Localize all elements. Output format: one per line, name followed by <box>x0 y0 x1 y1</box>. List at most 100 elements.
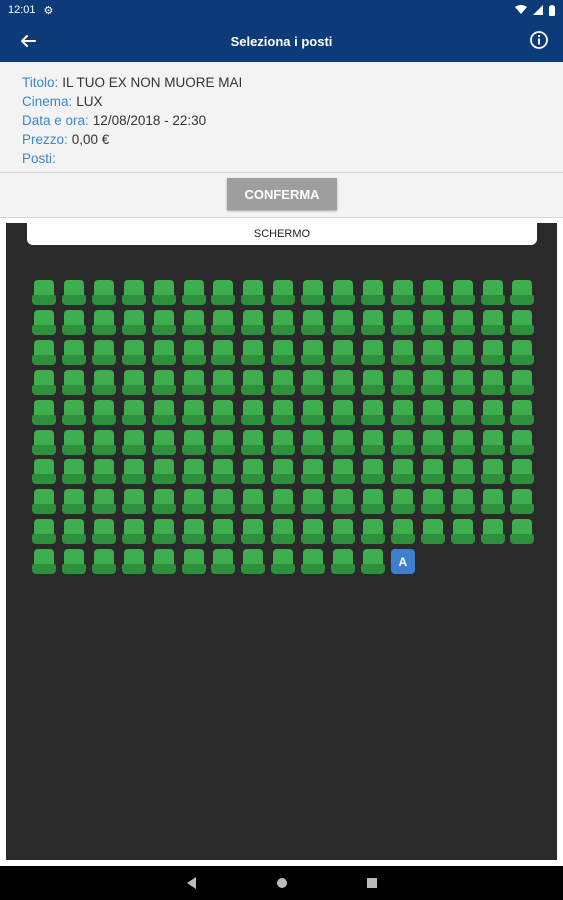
seat-available[interactable] <box>121 399 146 425</box>
seat-available[interactable] <box>61 519 86 545</box>
seat-available[interactable] <box>331 280 355 305</box>
seat-available[interactable] <box>360 459 385 485</box>
seat-available[interactable] <box>271 549 296 575</box>
seat-available[interactable] <box>32 429 56 455</box>
seat-available[interactable] <box>181 489 206 515</box>
seat-available[interactable] <box>360 280 385 305</box>
seat-available[interactable] <box>211 309 236 335</box>
seat-available[interactable] <box>211 339 236 365</box>
seat-available[interactable] <box>91 459 116 485</box>
seat-available[interactable] <box>121 280 146 305</box>
seat-available[interactable] <box>151 429 176 455</box>
seat-available[interactable] <box>450 339 475 365</box>
back-button[interactable] <box>16 29 40 53</box>
seat-available[interactable] <box>211 399 236 425</box>
seat-available[interactable] <box>181 280 206 305</box>
seat-available[interactable] <box>510 309 535 335</box>
seat-available[interactable] <box>241 519 266 545</box>
seat-available[interactable] <box>450 429 475 455</box>
seat-available[interactable] <box>91 280 116 305</box>
seat-available[interactable] <box>241 399 266 425</box>
seat-available[interactable] <box>32 459 56 485</box>
seat-available[interactable] <box>450 519 475 545</box>
seat-available[interactable] <box>420 280 445 305</box>
seat-available[interactable] <box>211 369 236 395</box>
seat-available[interactable] <box>151 369 176 395</box>
seat-available[interactable] <box>151 309 176 335</box>
seat-available[interactable] <box>450 280 475 305</box>
seat-available[interactable] <box>181 309 206 335</box>
seat-available[interactable] <box>211 280 236 305</box>
seat-available[interactable] <box>211 429 236 455</box>
seat-available[interactable] <box>420 399 445 425</box>
seat-available[interactable] <box>241 549 266 575</box>
seat-available[interactable] <box>271 519 296 545</box>
seat-available[interactable] <box>480 280 505 305</box>
seat-available[interactable] <box>510 429 535 455</box>
seat-available[interactable] <box>301 280 326 305</box>
seat-available[interactable] <box>241 489 266 515</box>
seat-available[interactable] <box>121 549 146 575</box>
seat-available[interactable] <box>241 339 266 365</box>
seat-available[interactable] <box>91 399 116 425</box>
seat-available[interactable] <box>181 399 206 425</box>
seat-available[interactable] <box>241 459 266 485</box>
seat-available[interactable] <box>510 489 535 515</box>
seat-available[interactable] <box>331 549 355 575</box>
seat-available[interactable] <box>420 459 445 485</box>
seat-available[interactable] <box>331 519 355 545</box>
seat-available[interactable] <box>420 429 445 455</box>
seat-available[interactable] <box>360 429 385 455</box>
seat-available[interactable] <box>450 369 475 395</box>
confirm-button[interactable]: CONFERMA <box>227 178 337 210</box>
seat-available[interactable] <box>121 519 146 545</box>
seat-available[interactable] <box>301 309 326 335</box>
seat-available[interactable] <box>271 369 296 395</box>
seat-available[interactable] <box>211 459 236 485</box>
seat-available[interactable] <box>301 489 326 515</box>
seat-available[interactable] <box>271 309 296 335</box>
seat-available[interactable] <box>331 339 355 365</box>
seat-available[interactable] <box>480 519 505 545</box>
seat-available[interactable] <box>420 519 445 545</box>
seat-available[interactable] <box>390 280 415 305</box>
seat-available[interactable] <box>271 280 296 305</box>
seat-available[interactable] <box>151 549 176 575</box>
seat-available[interactable] <box>61 399 86 425</box>
seat-available[interactable] <box>510 459 535 485</box>
seat-available[interactable] <box>271 339 296 365</box>
seat-available[interactable] <box>181 519 206 545</box>
seat-available[interactable] <box>360 369 385 395</box>
seat-available[interactable] <box>480 399 505 425</box>
seat-available[interactable] <box>181 429 206 455</box>
seat-available[interactable] <box>331 399 355 425</box>
seat-available[interactable] <box>151 519 176 545</box>
seat-assigned[interactable]: A <box>390 549 415 575</box>
seat-available[interactable] <box>360 519 385 545</box>
seat-available[interactable] <box>121 489 146 515</box>
seat-available[interactable] <box>390 309 415 335</box>
seat-available[interactable] <box>121 309 146 335</box>
seat-available[interactable] <box>32 339 56 365</box>
seat-available[interactable] <box>61 369 86 395</box>
seat-available[interactable] <box>211 519 236 545</box>
seat-available[interactable] <box>450 399 475 425</box>
seat-available[interactable] <box>61 549 86 575</box>
nav-recents-icon[interactable] <box>364 875 380 891</box>
seat-available[interactable] <box>32 280 56 305</box>
seat-available[interactable] <box>360 309 385 335</box>
seat-available[interactable] <box>480 459 505 485</box>
seat-available[interactable] <box>61 459 86 485</box>
seat-available[interactable] <box>181 459 206 485</box>
seat-available[interactable] <box>32 309 56 335</box>
seat-available[interactable] <box>450 309 475 335</box>
seat-available[interactable] <box>390 339 415 365</box>
seat-available[interactable] <box>420 369 445 395</box>
seat-available[interactable] <box>91 519 116 545</box>
seat-available[interactable] <box>331 309 355 335</box>
seat-available[interactable] <box>271 489 296 515</box>
seat-available[interactable] <box>390 489 415 515</box>
seat-available[interactable] <box>510 399 535 425</box>
seat-available[interactable] <box>151 399 176 425</box>
nav-home-icon[interactable] <box>274 875 290 891</box>
